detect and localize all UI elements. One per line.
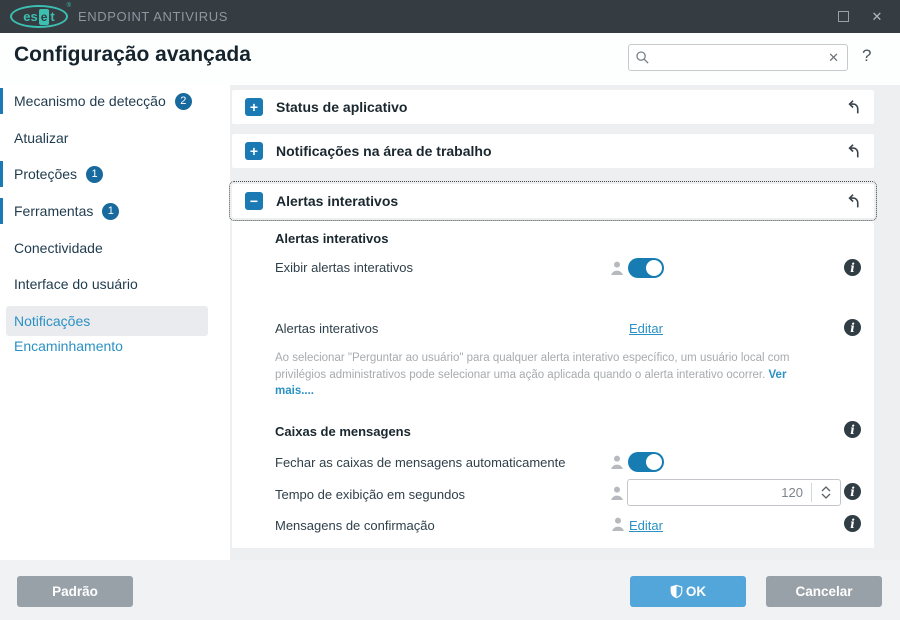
section-notificacoes-area-trabalho[interactable]: + Notificações na área de trabalho [232,134,874,168]
attention-accent-bar [0,198,3,224]
revert-to-default-icon[interactable] [844,142,862,160]
sidebar-item-mecanismo-de-deteccao[interactable]: Mecanismo de detecção 2 [0,88,230,114]
search-box[interactable]: ✕ [628,44,848,71]
ok-button-label: OK [685,584,707,599]
user-permission-icon [612,517,624,531]
expand-icon[interactable]: + [245,142,263,160]
revert-to-default-icon[interactable] [844,192,862,210]
cancel-button-label: Cancelar [795,584,853,599]
status-badge: 1 [86,165,104,183]
alertas-interativos-panel: Alertas interativos Exibir alertas inter… [232,221,874,548]
stepper-down-icon[interactable] [821,493,831,499]
window-titlebar: es e t ® ENDPOINT ANTIVIRUS ✕ [0,0,900,33]
close-icon: ✕ [871,8,883,24]
sidebar-item-interface-do-usuario[interactable]: Interface do usuário [0,271,230,297]
group-title: Caixas de mensagens [275,424,411,439]
sidebar-item-label: Mecanismo de detecção [14,93,166,109]
section-alertas-interativos[interactable]: − Alertas interativos [229,181,877,221]
sidebar-item-protecoes[interactable]: Proteções 1 [0,161,230,187]
section-status-de-aplicativo[interactable]: + Status de aplicativo [232,90,874,124]
logo-text: es [23,9,38,24]
toggle-knob [646,260,662,276]
user-permission-icon [611,486,623,500]
eset-settings-window: es e t ® ENDPOINT ANTIVIRUS ✕ Configuraç… [0,0,900,620]
default-button[interactable]: Padrão [17,576,133,607]
sidebar-item-atualizar[interactable]: Atualizar [0,125,230,151]
sidebar-item-label: Ferramentas [14,203,94,219]
toggle-knob [646,454,662,470]
alertas-interativos-label: Alertas interativos [275,321,379,336]
number-stepper[interactable] [812,480,840,505]
sidebar-item-label: Atualizar [14,130,69,146]
section-label: Status de aplicativo [276,99,408,115]
attention-accent-bar [0,161,3,187]
collapse-icon[interactable]: − [245,192,263,210]
section-label: Notificações na área de trabalho [276,143,492,159]
default-button-label: Padrão [52,584,98,599]
info-icon[interactable]: i [844,515,861,532]
sidebar-item-conectividade[interactable]: Conectividade [0,235,230,261]
user-permission-icon [611,261,623,275]
maximize-button[interactable] [826,0,860,33]
user-permission-icon [611,455,623,469]
tempo-exibicao-input-group [627,479,841,506]
cancel-button[interactable]: Cancelar [766,576,882,607]
fechar-caixas-label: Fechar as caixas de mensagens automatica… [275,455,566,470]
stepper-up-icon[interactable] [821,486,831,492]
editar-alertas-link[interactable]: Editar [629,321,663,336]
attention-accent-bar [0,88,3,114]
app-title: ENDPOINT ANTIVIRUS [78,9,228,24]
info-icon[interactable]: i [844,319,861,336]
fechar-caixas-toggle[interactable] [628,452,664,472]
sidebar-item-label: Interface do usuário [14,276,138,292]
search-input[interactable] [650,49,827,66]
sidebar-item-encaminhamento[interactable]: Encaminhamento [0,335,230,357]
info-icon[interactable]: i [844,421,861,438]
clear-search-icon[interactable]: ✕ [826,50,841,66]
status-badge: 2 [174,92,192,110]
registered-mark: ® [66,3,71,9]
help-button[interactable]: ? [862,46,871,66]
revert-to-default-icon[interactable] [844,98,862,116]
tempo-exibicao-input[interactable] [628,480,811,505]
sidebar-item-ferramentas[interactable]: Ferramentas 1 [0,198,230,224]
sidebar-item-notificacoes[interactable]: Notificações [6,306,208,336]
status-badge: 1 [102,202,120,220]
exibir-alertas-toggle[interactable] [628,258,664,278]
expand-icon[interactable]: + [245,98,263,116]
group-title: Alertas interativos [275,231,389,246]
mensagens-confirmacao-label: Mensagens de confirmação [275,518,435,533]
info-icon[interactable]: i [844,259,861,276]
tempo-exibicao-label: Tempo de exibição em segundos [275,487,466,502]
description-note: Ao selecionar "Perguntar ao usuário" par… [275,350,827,400]
maximize-icon [837,11,849,22]
header-band: Configuração avançada ✕ ? [0,33,900,85]
footer-bar: Padrão OK Cancelar [0,560,900,620]
eset-logo: es e t ® [10,3,71,28]
info-icon[interactable]: i [844,483,861,500]
logo-text: t [50,9,55,24]
search-icon [636,51,649,64]
section-label: Alertas interativos [276,193,399,209]
logo-text-box: e [38,8,50,25]
sidebar-item-label: Proteções [14,166,78,182]
note-text: Ao selecionar "Perguntar ao usuário" par… [275,352,790,381]
sidebar-item-label: Notificações [14,313,91,329]
page-title: Configuração avançada [14,43,251,66]
editar-mensagens-link[interactable]: Editar [629,518,663,533]
sidebar-item-label: Encaminhamento [14,338,123,354]
close-button[interactable]: ✕ [860,0,894,33]
ok-button[interactable]: OK [630,576,746,607]
sidebar: Mecanismo de detecção 2 Atualizar Proteç… [0,85,230,560]
uac-shield-icon [670,584,683,599]
sidebar-item-label: Conectividade [14,240,103,256]
exibir-alertas-label: Exibir alertas interativos [275,260,413,275]
